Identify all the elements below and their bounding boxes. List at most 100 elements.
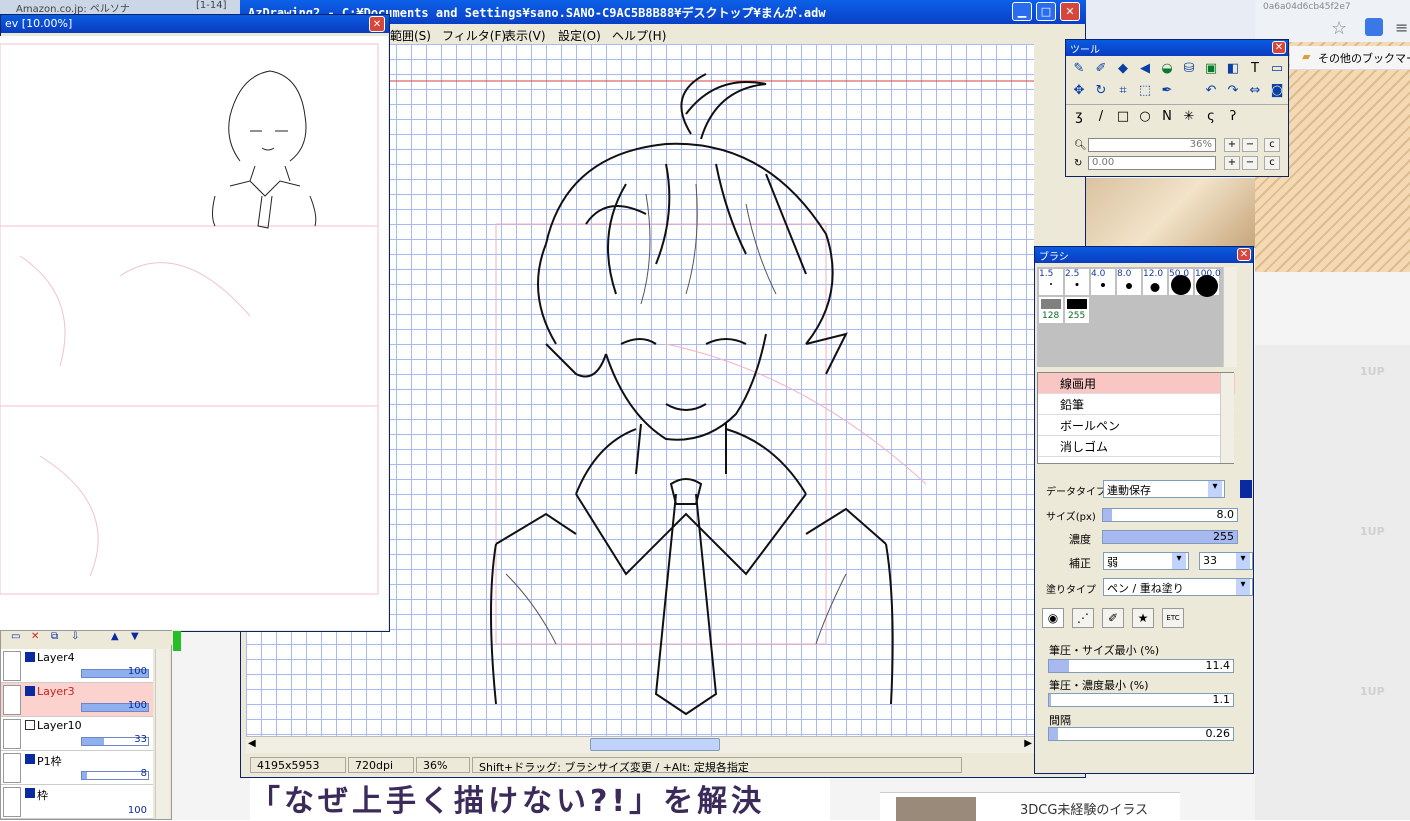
browser-tab[interactable]: Amazon.co.jp: ペルソナ [0,0,170,14]
preview-canvas[interactable] [0,36,388,630]
layer-row[interactable]: P1枠 8 [1,751,153,785]
menu-icon[interactable]: ≡ [1395,18,1408,37]
layer-new-icon[interactable]: ▭ [11,631,20,642]
menu-range[interactable]: 範囲(S) [390,27,431,44]
text-tool-icon[interactable]: T [1246,60,1264,78]
hand-tool-icon[interactable]: ✥ [1070,82,1088,100]
pressure-density-slider[interactable]: 1.1 [1048,693,1234,707]
close-button[interactable]: ✕ [1060,2,1080,21]
layer-scrollbar[interactable] [155,649,169,819]
layer-opacity-bar[interactable] [81,771,149,780]
polyline-icon[interactable]: Ν [1158,108,1176,126]
layer-hidden-icon[interactable] [25,720,35,730]
interval-slider[interactable]: 0.26 [1048,727,1234,741]
concentric-icon[interactable]: ✳ [1180,108,1198,126]
star-icon[interactable]: ☆ [1331,18,1347,39]
menu-view[interactable]: 表示(V) [504,27,546,44]
layer-row[interactable]: Layer3 100 [1,683,153,717]
brush-item[interactable]: 鉛筆 [1038,394,1235,415]
layer-visibility-icon[interactable] [25,686,35,696]
browser-tab[interactable]: [1-14] [180,0,240,14]
correction-select[interactable]: 弱 [1103,552,1189,570]
preview-close-button[interactable]: ✕ [369,16,385,32]
layer-visibility-icon[interactable] [25,754,35,764]
undo-icon[interactable]: ↶ [1202,82,1220,100]
maximize-button[interactable]: □ [1036,2,1056,21]
minimize-button[interactable]: ▁ [1012,2,1032,21]
menu-help[interactable]: ヘルプ(H) [612,27,666,44]
datatype-extra-button[interactable] [1240,480,1252,498]
brush-tab-etc-icon[interactable]: ETC [1162,608,1184,628]
brush-color-preset[interactable]: 128 [1039,297,1063,323]
brush-tool-icon[interactable]: ✐ [1092,60,1110,78]
brush-size-preset[interactable]: 8.0 [1117,269,1141,295]
flip-icon[interactable]: ⇔ [1246,82,1264,100]
layer-copy-icon[interactable]: ⧉ [51,631,58,642]
pressure-size-slider[interactable]: 11.4 [1048,659,1234,673]
brush-size-preset[interactable]: 1.5 [1039,269,1063,295]
layer-merge-icon[interactable]: ⇩ [71,631,79,642]
layer-visibility-icon[interactable] [25,652,35,662]
redo-icon[interactable]: ↷ [1224,82,1242,100]
menu-settings[interactable]: 設定(O) [558,27,601,44]
brush-size-preset[interactable]: 50.0 [1169,269,1193,295]
size-slider[interactable]: 8.0 [1102,508,1238,522]
brush-size-scrollbar[interactable] [1223,267,1237,367]
pen-tool-icon[interactable]: ✎ [1070,60,1088,78]
move-tool-icon[interactable]: ◀ [1136,60,1154,78]
brush-tab-basic-icon[interactable]: ◉ [1042,608,1064,628]
brush-tab-texture-icon[interactable]: ⋰ [1072,608,1094,628]
freehand-icon[interactable]: ʒ [1070,108,1088,126]
layer-up-icon[interactable]: ▲ [111,631,119,642]
rotate-plus-button[interactable]: + [1224,156,1240,170]
brush-size-preset[interactable]: 2.5 [1065,269,1089,295]
brush-item[interactable]: 線画用 [1038,373,1235,394]
paint-type-select[interactable]: ペン / 重ね塗り [1103,578,1253,596]
layer-row[interactable]: Layer10 33 [1,717,153,751]
brush-item[interactable]: ボールペン [1038,415,1235,436]
brush-item[interactable]: 消しゴム [1038,436,1235,457]
datatype-select[interactable]: 連動保存 [1103,480,1225,498]
zoom-slider[interactable]: 36% [1088,138,1216,152]
bezier-icon[interactable]: ʔ [1224,108,1242,126]
tool-close-button[interactable]: ✕ [1272,41,1286,54]
select-tool-icon[interactable]: ▣ [1202,60,1220,78]
marquee-tool-icon[interactable]: ⬚ [1136,82,1154,100]
brush-tab-pen-icon[interactable]: ✐ [1102,608,1124,628]
rectangle-icon[interactable]: □ [1114,108,1132,126]
zoom-plus-button[interactable]: + [1224,138,1240,152]
ruler-tool-icon[interactable]: ▭ [1268,60,1286,78]
fit-icon[interactable]: ◙ [1268,82,1286,100]
line-icon[interactable]: / [1092,108,1110,126]
layer-row[interactable]: Layer4 100 [1,649,153,683]
density-slider[interactable]: 255 [1102,530,1238,544]
eraser-tool-icon[interactable]: ◆ [1114,60,1132,78]
brush-size-preset[interactable]: 4.0 [1091,269,1115,295]
brush-list-scrollbar[interactable] [1220,373,1234,463]
rotate-reset-button[interactable]: c [1264,156,1280,170]
scrollbar-thumb[interactable] [590,738,720,751]
brush-size-preset[interactable]: 12.0 [1143,269,1167,295]
eyedropper-tool-icon[interactable]: ✒ [1158,82,1176,100]
layer-delete-icon[interactable]: ✕ [31,631,39,642]
zoom-reset-button[interactable]: c [1264,138,1280,152]
layer-row[interactable]: 枠 100 [1,785,153,819]
layer-visibility-icon[interactable] [25,788,35,798]
lasso-tool-icon[interactable]: ⌗ [1114,82,1132,100]
fill-tool-icon[interactable]: ◒ [1158,60,1176,78]
brush-close-button[interactable]: ✕ [1237,248,1251,261]
brush-color-preset[interactable]: 255 [1065,297,1089,323]
correction-number[interactable]: 33 [1199,552,1253,570]
curve-icon[interactable]: ς [1202,108,1220,126]
scroll-left-icon[interactable]: ◀ [248,738,256,749]
bucket-tool-icon[interactable]: ⛁ [1180,60,1198,78]
layer-down-icon[interactable]: ▼ [131,631,139,642]
gradient-tool-icon[interactable]: ◧ [1224,60,1242,78]
menu-filter[interactable]: フィルタ(F) [442,27,506,44]
rotate-slider[interactable]: 0.00 [1088,156,1216,170]
ellipse-icon[interactable]: ○ [1136,108,1154,126]
brush-size-preset[interactable]: 100.0 [1195,269,1221,297]
extension-icon[interactable] [1365,18,1383,36]
rotate-minus-button[interactable]: − [1242,156,1258,170]
zoom-minus-button[interactable]: − [1242,138,1258,152]
